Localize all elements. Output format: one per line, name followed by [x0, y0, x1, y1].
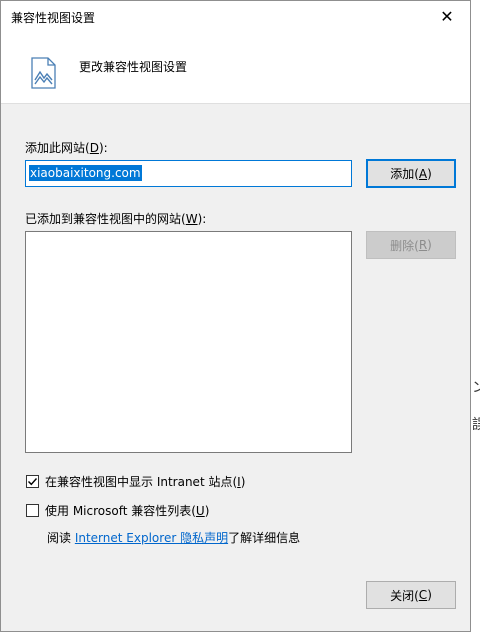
close-icon: ✕	[440, 7, 454, 26]
background-text-1: ン	[472, 380, 480, 396]
close-button-suffix: )	[427, 588, 432, 602]
header-title: 更改兼容性视图设置	[79, 60, 188, 74]
intranet-option-label: 在兼容性视图中显示 Intranet 站点(I)	[45, 473, 245, 490]
ms-list-option-text: 使用 Microsoft 兼容性列表(	[45, 504, 196, 518]
ms-list-option-suffix: )	[204, 504, 210, 518]
privacy-suffix: 了解详细信息	[228, 531, 301, 545]
ms-list-checkbox[interactable]	[26, 504, 39, 517]
add-button-accesskey: A	[418, 166, 428, 181]
add-site-input[interactable]: xiaobaixitong.com	[25, 160, 352, 187]
ms-list-option-label: 使用 Microsoft 兼容性列表(U)	[45, 502, 209, 519]
add-site-input-value: xiaobaixitong.com	[29, 165, 142, 181]
close-button-label: 关闭(	[390, 588, 419, 603]
intranet-option[interactable]: 在兼容性视图中显示 Intranet 站点(I)	[26, 473, 245, 490]
dialog-title: 兼容性视图设置	[11, 11, 96, 25]
remove-button[interactable]: 删除(R)	[366, 231, 456, 259]
add-site-label-suffix: ):	[98, 141, 108, 155]
remove-button-label: 删除(	[390, 238, 419, 253]
ms-list-option-accesskey: U	[195, 504, 205, 518]
background-text-2: 誤	[472, 417, 480, 433]
compatibility-view-dialog: 兼容性视图设置 ✕ 更改兼容性视图设置 添加此网站(D): xiaobaixit…	[0, 0, 471, 632]
added-sites-label-suffix: ):	[197, 212, 207, 226]
remove-button-suffix: )	[427, 238, 432, 252]
added-sites-label-text: 已添加到兼容性视图中的网站(	[25, 212, 186, 226]
add-button-suffix: )	[427, 166, 432, 181]
intranet-checkbox[interactable]	[26, 475, 39, 488]
background-window: ン 誤	[470, 0, 480, 632]
close-button-accesskey: C	[418, 588, 428, 602]
remove-button-accesskey: R	[418, 238, 428, 252]
close-window-button[interactable]: ✕	[424, 1, 470, 32]
dialog-header: 更改兼容性视图设置	[1, 32, 470, 104]
ms-list-option[interactable]: 使用 Microsoft 兼容性列表(U)	[26, 502, 209, 519]
add-button-label: 添加(	[390, 167, 419, 181]
added-sites-label: 已添加到兼容性视图中的网站(W):	[25, 210, 206, 227]
add-site-label: 添加此网站(D):	[25, 139, 108, 156]
close-button[interactable]: 关闭(C)	[366, 581, 456, 609]
privacy-statement-line: 阅读 Internet Explorer 隐私声明了解详细信息	[47, 529, 300, 546]
privacy-statement-link[interactable]: Internet Explorer 隐私声明	[75, 531, 228, 545]
checkmark-icon	[28, 478, 38, 486]
added-sites-list[interactable]	[25, 231, 352, 453]
intranet-option-suffix: )	[240, 475, 246, 489]
add-site-label-text: 添加此网站(	[25, 141, 90, 155]
intranet-option-text: 在兼容性视图中显示 Intranet 站点(	[45, 475, 238, 489]
title-bar: 兼容性视图设置 ✕	[1, 1, 470, 32]
add-site-label-accesskey: D	[89, 141, 99, 155]
add-button[interactable]: 添加(A)	[366, 159, 456, 188]
privacy-prefix: 阅读	[47, 531, 75, 545]
added-sites-label-accesskey: W	[185, 212, 198, 226]
compatibility-page-icon	[31, 57, 56, 89]
